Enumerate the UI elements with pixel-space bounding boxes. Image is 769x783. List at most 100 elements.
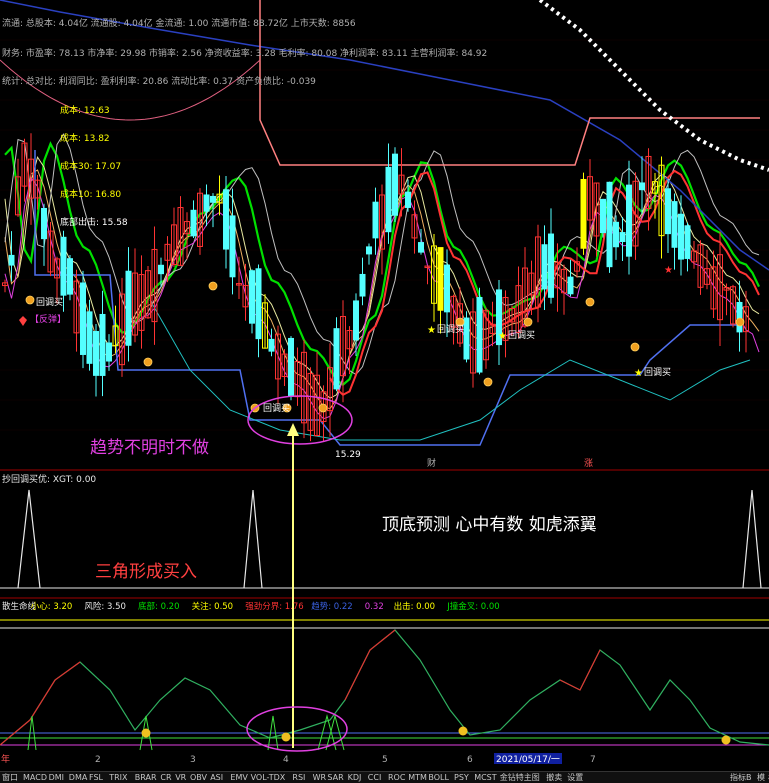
indicator-tab[interactable]: MACD xyxy=(23,773,47,782)
candle-body xyxy=(405,191,411,208)
indicator-tab[interactable]: EMV xyxy=(230,773,248,782)
date-label: 2021/05/17/一 xyxy=(496,755,560,765)
star-icon: ★ xyxy=(498,331,507,342)
candle-body xyxy=(619,232,626,243)
candle-body xyxy=(418,242,424,253)
right-tab[interactable]: 指标B xyxy=(730,772,752,782)
candle-body xyxy=(229,215,236,278)
candle-body xyxy=(606,181,613,268)
indicator-tab[interactable]: KDJ xyxy=(348,773,362,782)
info-line-2: 财务: 市盈率: 78.13 市净率: 29.98 市销率: 2.56 净资收益… xyxy=(2,47,487,59)
oscillator-header-item: 关注: 0.50 xyxy=(192,601,234,612)
candle-body xyxy=(41,207,47,240)
indicator-tab[interactable]: ASI xyxy=(210,773,223,782)
trend-annotation: 趋势不明时不做 xyxy=(90,438,209,458)
candle-body xyxy=(613,221,619,248)
candle-body xyxy=(385,166,392,233)
buy-label-2: 回调买 xyxy=(263,403,290,414)
candle-body xyxy=(567,276,574,295)
indicator-tab[interactable]: VR xyxy=(175,773,186,782)
candle-body xyxy=(639,182,645,191)
red-star-icon: ★ xyxy=(664,265,673,276)
right-tab[interactable]: 模 xyxy=(757,772,765,782)
candle-body xyxy=(223,189,229,250)
candle-body xyxy=(249,270,255,324)
candle-body xyxy=(580,178,587,249)
candle-body xyxy=(463,317,470,360)
indicator-tab[interactable]: CCI xyxy=(368,773,382,782)
oscillator-header-item: J撞金叉: 0.00 xyxy=(446,601,500,612)
candle-body xyxy=(684,225,691,259)
candle-body xyxy=(548,233,554,298)
low-price-label: 15.29 xyxy=(335,450,361,460)
star-icon: ★ xyxy=(427,325,436,336)
indicator-tab[interactable]: WR xyxy=(313,773,327,782)
indicator-tabs: 窗口 MACD DMI DMA FSL TRIX BRAR CR VR OBV ASI EMV VOL-… xyxy=(2,772,769,782)
oscillator-header-item: 强劲分界: 1.76 xyxy=(245,601,304,612)
indicator-tab[interactable]: PSY xyxy=(454,773,469,782)
candle-body xyxy=(437,247,444,311)
indicator-tab[interactable]: OBV xyxy=(190,773,208,782)
axis-label: 4 xyxy=(283,755,289,765)
marker-zhang: 涨 xyxy=(584,458,593,469)
candle-body xyxy=(359,273,366,297)
signal-coin xyxy=(143,357,153,367)
signal-coin xyxy=(630,342,640,352)
indicator-tab[interactable]: ROC xyxy=(388,773,406,782)
indicator-tab[interactable]: CR xyxy=(160,773,172,782)
cost-label-5: 底部出击: 15.58 xyxy=(60,216,128,228)
candle-body xyxy=(541,244,548,290)
candle-body xyxy=(736,301,743,333)
axis-label: 5 xyxy=(382,755,388,765)
signal-coin xyxy=(523,317,533,327)
indicator-tab[interactable]: MCST xyxy=(474,773,497,782)
smiley-icon xyxy=(141,728,151,738)
candle-body xyxy=(600,198,606,234)
buy-label-5: 回调买 xyxy=(644,367,671,378)
signal-coin xyxy=(208,281,218,291)
cost-label-2: 成本: 13.82 xyxy=(60,132,110,144)
indicator-tab[interactable]: 撤卖 xyxy=(546,772,562,782)
candle-body xyxy=(671,201,678,248)
indicator-tab[interactable]: 窗口 xyxy=(2,772,18,782)
candle-body xyxy=(190,209,197,237)
signal-coin xyxy=(318,403,328,413)
candle-body xyxy=(476,297,483,373)
candle-body xyxy=(665,188,671,235)
indicator-tab[interactable]: 金钻特主图 xyxy=(500,772,540,782)
candle-body xyxy=(93,331,99,376)
indicator-tab[interactable]: 设置 xyxy=(567,772,583,782)
oscillator-header-item: 趋势: 0.22 xyxy=(311,601,353,612)
smiley-icon xyxy=(458,726,468,736)
candle-body xyxy=(99,313,106,376)
buy-label-3: 回调买 xyxy=(437,324,464,335)
candle-body xyxy=(86,311,93,364)
left-axis-label: 年 xyxy=(1,753,10,765)
indicator-tab[interactable]: SAR xyxy=(327,773,344,782)
oscillator-header-item: 风险: 3.50 xyxy=(84,601,126,612)
indicator-tab[interactable]: DMA xyxy=(69,773,88,782)
candle-body xyxy=(203,194,210,212)
candle-body xyxy=(288,337,294,397)
info-line-3: 统计: 总对比: 利润同比: 盈利利率: 20.86 流动比率: 0.37 资产… xyxy=(2,75,316,87)
indicator-tab[interactable]: DMI xyxy=(49,773,64,782)
indicator-tab[interactable]: MTM xyxy=(408,773,427,782)
indicator-tab[interactable]: BRAR xyxy=(135,773,157,782)
indicator-tab[interactable]: VOL-TDX xyxy=(251,773,286,782)
candle-body xyxy=(255,268,262,340)
oscillator-header-item: 小心: 3.20 xyxy=(31,601,73,612)
cost-label-4: 成本10: 16.80 xyxy=(60,188,121,200)
indicator-tab[interactable]: RSI xyxy=(292,773,305,782)
indicator-tab[interactable]: TRIX xyxy=(108,773,128,782)
signal-coin xyxy=(483,377,493,387)
slogan-text: 顶底预测 心中有数 如虎添翼 xyxy=(382,515,597,535)
sell-label: 【反弹】 xyxy=(30,313,66,325)
candle-body xyxy=(678,213,684,260)
indicator-tab[interactable]: BOLL xyxy=(428,773,449,782)
oscillator-header-item: 出击: 0.00 xyxy=(394,601,436,612)
candle-body xyxy=(392,153,398,216)
cost-label-3: 成本30: 17.07 xyxy=(60,160,121,172)
signal-coin xyxy=(585,297,595,307)
indicator-tab[interactable]: FSL xyxy=(89,773,104,782)
candle-body xyxy=(125,270,132,346)
